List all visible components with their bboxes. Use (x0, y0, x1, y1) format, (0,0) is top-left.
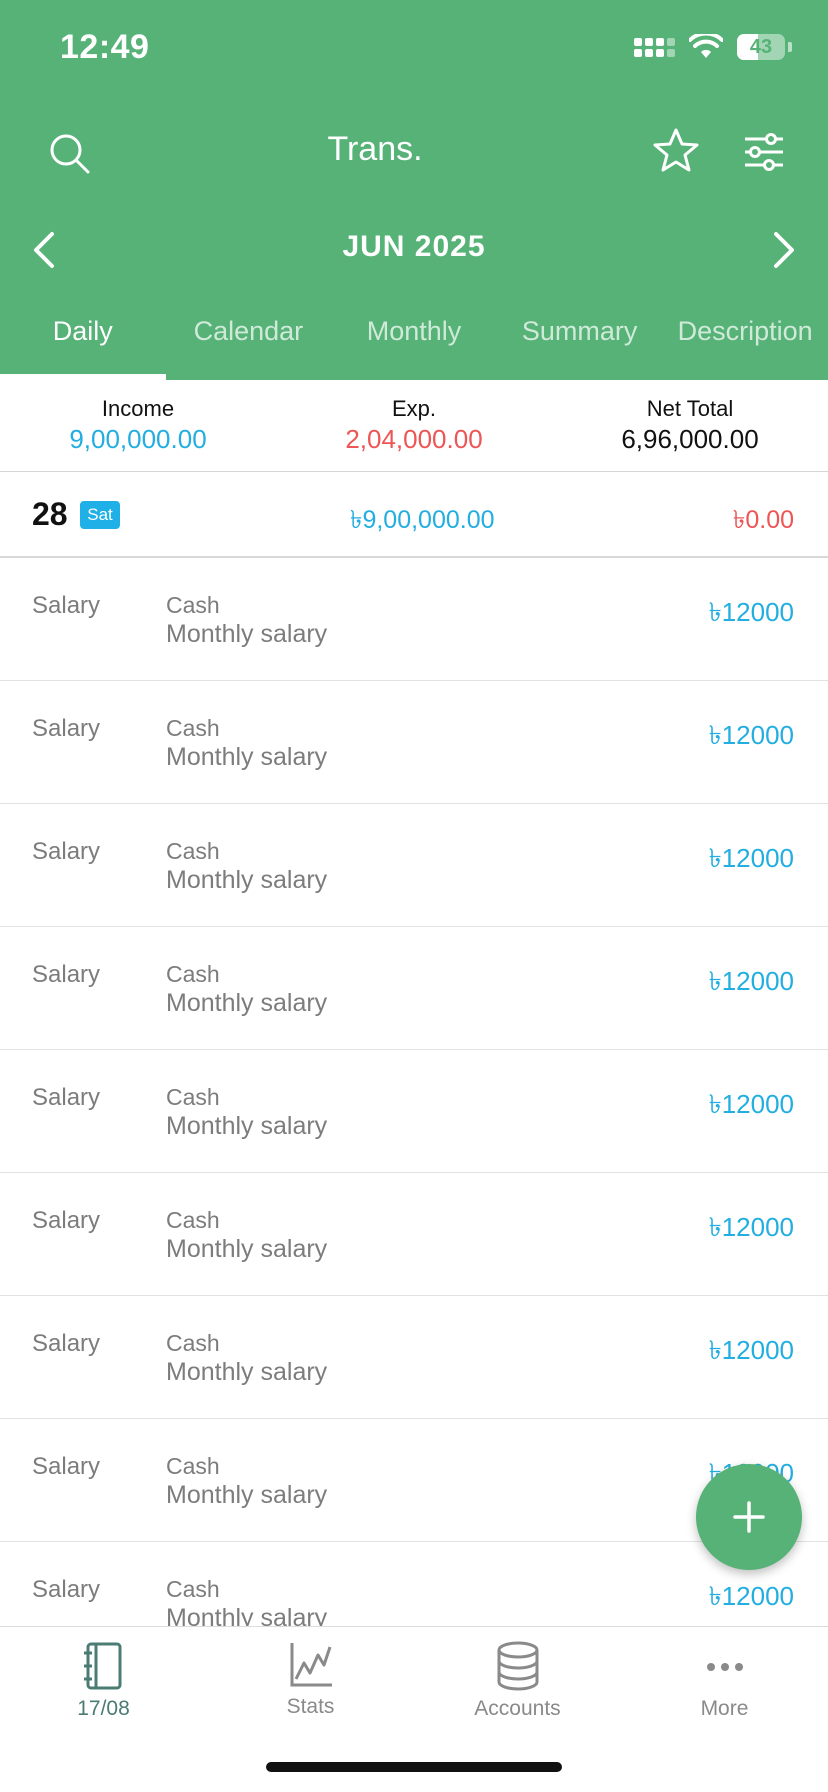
transaction-list: Salary Cash Monthly salary ৳12000 Salary… (0, 558, 828, 1626)
transaction-row[interactable]: Salary Cash Monthly salary ৳12000 (0, 804, 828, 927)
transaction-note: Monthly salary (166, 989, 328, 1017)
nav-label-stats: Stats (286, 1695, 335, 1718)
battery-icon: 43 (737, 34, 785, 60)
battery-level: 43 (749, 35, 773, 58)
current-month[interactable]: JUN 2025 (0, 230, 828, 264)
filter-button[interactable] (740, 128, 788, 176)
transaction-amount: ৳12000 (708, 1581, 794, 1611)
transaction-amount: ৳12000 (708, 597, 794, 627)
transaction-account: Cash (166, 1084, 220, 1110)
month-summary: Income 9,00,000.00 Exp. 2,04,000.00 Net … (0, 380, 828, 472)
transaction-amount: ৳12000 (708, 1335, 794, 1365)
transaction-account: Cash (166, 592, 220, 618)
notebook-icon (83, 1642, 121, 1690)
transaction-account: Cash (166, 1453, 220, 1479)
day-expense: ৳0.00 (732, 506, 794, 534)
transaction-category: Salary (32, 961, 101, 988)
sliders-icon (745, 133, 783, 171)
tab-calendar[interactable]: Calendar (166, 310, 332, 380)
transaction-amount: ৳12000 (708, 720, 794, 750)
tab-summary[interactable]: Summary (497, 310, 663, 380)
nav-label-transactions: 17/08 (77, 1697, 130, 1720)
cellular-signal-icon (634, 37, 675, 57)
transaction-account: Cash (166, 838, 220, 864)
income-label: Income (101, 396, 175, 421)
expense-summary: Exp. 2,04,000.00 (276, 380, 552, 471)
transaction-note: Monthly salary (166, 866, 328, 894)
transaction-note: Monthly salary (166, 1112, 328, 1140)
transaction-category: Salary (32, 1453, 101, 1480)
nav-transactions[interactable]: 17/08 (0, 1627, 207, 1792)
transaction-account: Cash (166, 961, 220, 987)
chevron-right-icon (774, 232, 794, 268)
weekday-badge: Sat (80, 501, 120, 529)
transaction-row[interactable]: Salary Cash Monthly salary ৳12000 (0, 1542, 828, 1626)
day-date: 28 (32, 496, 68, 532)
more-icon (706, 1663, 743, 1671)
transaction-note: Monthly salary (166, 1604, 328, 1626)
expense-value: 2,04,000.00 (345, 424, 483, 454)
net-label: Net Total (646, 396, 734, 421)
transaction-row[interactable]: Salary Cash Monthly salary ৳12000 (0, 927, 828, 1050)
transaction-category: Salary (32, 1084, 101, 1111)
transaction-account: Cash (166, 1576, 220, 1602)
add-transaction-button[interactable] (696, 1464, 802, 1570)
transaction-row[interactable]: Salary Cash Monthly salary ৳12000 (0, 1050, 828, 1173)
chart-icon (290, 1643, 332, 1687)
tab-daily[interactable]: Daily (0, 310, 166, 380)
transaction-category: Salary (32, 1576, 101, 1603)
nav-more[interactable]: More (621, 1627, 828, 1792)
income-value: 9,00,000.00 (69, 424, 207, 454)
transaction-amount: ৳12000 (708, 843, 794, 873)
tab-description[interactable]: Description (662, 310, 828, 380)
transaction-category: Salary (32, 1207, 101, 1234)
transaction-amount: ৳12000 (708, 1212, 794, 1242)
transaction-account: Cash (166, 715, 220, 741)
status-time: 12:49 (60, 28, 150, 66)
bookmark-button[interactable] (650, 124, 702, 176)
nav-label-more: More (700, 1697, 749, 1720)
transaction-row[interactable]: Salary Cash Monthly salary ৳12000 (0, 681, 828, 804)
net-value: 6,96,000.00 (621, 424, 759, 454)
next-month-button[interactable] (764, 228, 804, 272)
transaction-amount: ৳12000 (708, 966, 794, 996)
transaction-row[interactable]: Salary Cash Monthly salary ৳12000 (0, 1296, 828, 1419)
transaction-account: Cash (166, 1207, 220, 1233)
transaction-note: Monthly salary (166, 1481, 328, 1509)
transaction-row[interactable]: Salary Cash Monthly salary ৳12000 (0, 1173, 828, 1296)
transaction-note: Monthly salary (166, 1358, 328, 1386)
transaction-amount: ৳12000 (708, 1089, 794, 1119)
month-navigator: JUN 2025 (0, 222, 828, 278)
transaction-note: Monthly salary (166, 1235, 328, 1263)
database-icon (497, 1641, 538, 1691)
income-summary: Income 9,00,000.00 (0, 380, 276, 471)
battery-tip (788, 42, 792, 52)
day-income: ৳9,00,000.00 (350, 506, 495, 534)
transaction-category: Salary (32, 715, 101, 742)
transaction-account: Cash (166, 1330, 220, 1356)
transaction-note: Monthly salary (166, 620, 328, 648)
transaction-category: Salary (32, 592, 101, 619)
day-header[interactable]: 28 Sat ৳9,00,000.00 ৳0.00 (0, 472, 828, 558)
net-summary: Net Total 6,96,000.00 (552, 380, 828, 471)
transaction-category: Salary (32, 838, 101, 865)
star-icon (653, 128, 699, 172)
home-indicator (266, 1762, 562, 1772)
nav-label-accounts: Accounts (474, 1697, 561, 1720)
status-icons: 43 (634, 34, 792, 60)
plus-icon (733, 1501, 765, 1533)
transaction-note: Monthly salary (166, 743, 328, 771)
expense-label: Exp. (391, 396, 437, 421)
transaction-row[interactable]: Salary Cash Monthly salary ৳12000 (0, 558, 828, 681)
transaction-category: Salary (32, 1330, 101, 1357)
view-tabs: Daily Calendar Monthly Summary Descripti… (0, 310, 828, 380)
wifi-icon (689, 34, 723, 58)
header: 12:49 43 Trans. JUN 2025 Daily Calendar … (0, 0, 828, 380)
page-title: Trans. (327, 130, 423, 168)
tab-monthly[interactable]: Monthly (331, 310, 497, 380)
